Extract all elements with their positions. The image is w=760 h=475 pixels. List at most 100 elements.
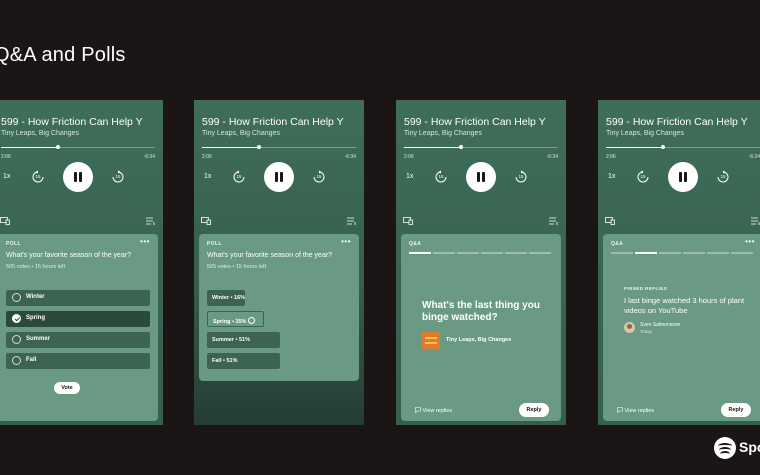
poll-question: What's your favorite season of the year? [207, 252, 333, 259]
time-remaining: -6:34 [143, 154, 155, 160]
voted-check-icon [248, 316, 256, 324]
time-elapsed: 2:06 [404, 154, 414, 160]
phone-qa-pinned: 599 - How Friction Can Help Y Tiny Leaps… [598, 100, 760, 425]
slide-title: Q&A and Polls [0, 44, 126, 66]
story-progress-segment [505, 252, 527, 254]
podcast-name: Tiny Leaps, Big Changes [446, 337, 512, 343]
view-replies-link[interactable]: View replies [617, 407, 654, 414]
skip-forward-icon[interactable]: 15 [312, 170, 326, 184]
spotify-logo: Spotify [714, 437, 760, 461]
episode-title: 599 - How Friction Can Help Y [404, 116, 546, 128]
episode-title: 599 - How Friction Can Help Y [606, 116, 748, 128]
poll-question: What's your favorite season of the year? [6, 252, 132, 259]
skip-back-icon[interactable]: 15 [232, 170, 246, 184]
progress-bar[interactable] [202, 145, 356, 149]
phone-poll-vote: 599 - How Friction Can Help Y Tiny Leaps… [0, 100, 163, 425]
playback-speed-button[interactable]: 1x [204, 173, 211, 180]
poll-meta: 505 votes • 15 hours left [6, 264, 66, 270]
reply-button[interactable]: Reply [519, 403, 549, 417]
card-kind-label: POLL [207, 241, 222, 247]
comment-icon [415, 407, 421, 414]
story-progress-segment [433, 252, 455, 254]
show-name[interactable]: Tiny Leaps, Big Changes [404, 130, 482, 137]
pause-button[interactable] [466, 162, 496, 192]
avatar[interactable] [624, 322, 635, 333]
more-options-icon[interactable]: ••• [745, 237, 755, 246]
poll-option-winter[interactable]: Winter [6, 290, 150, 306]
qa-pinned-card: Q&A ••• PINNED REPLIES I last binge watc… [603, 234, 760, 421]
qa-card: Q&A What's the last thing you binge watc… [401, 234, 561, 421]
progress-bar[interactable] [1, 145, 155, 149]
progress-bar[interactable] [404, 145, 558, 149]
story-progress-segment [659, 252, 681, 254]
time-elapsed: 2:06 [202, 154, 212, 160]
time-remaining: -6:34 [546, 154, 558, 160]
skip-forward-icon[interactable]: 15 [111, 170, 125, 184]
pause-button[interactable] [63, 162, 93, 192]
card-kind-label: Q&A [611, 241, 624, 247]
poll-option-fall[interactable]: Fall [6, 353, 150, 369]
queue-icon[interactable] [146, 217, 156, 225]
poll-option-spring[interactable]: Spring [6, 311, 150, 327]
vote-button[interactable]: Vote [54, 382, 80, 394]
show-name[interactable]: Tiny Leaps, Big Changes [202, 130, 280, 137]
playback-speed-button[interactable]: 1x [608, 173, 615, 180]
skip-back-icon[interactable]: 15 [636, 170, 650, 184]
podcast-cover-art [422, 332, 440, 350]
pause-icon [74, 172, 77, 182]
playback-speed-button[interactable]: 1x [3, 173, 10, 180]
skip-forward-icon[interactable]: 15 [514, 170, 528, 184]
story-progress-segment [611, 252, 633, 254]
more-options-icon[interactable]: ••• [140, 237, 150, 246]
queue-icon[interactable] [751, 217, 760, 225]
connect-device-icon[interactable] [605, 217, 615, 225]
radio-icon [12, 293, 21, 302]
queue-icon[interactable] [549, 217, 559, 225]
story-progress-segment [683, 252, 705, 254]
episode-title: 599 - How Friction Can Help Y [202, 116, 344, 128]
pinned-reply-text: I last binge watched 3 hours of plant vi… [624, 296, 745, 315]
poll-result-fall: Fall • 51% [207, 353, 280, 369]
time-remaining: -6:34 [748, 154, 760, 160]
episode-title: 599 - How Friction Can Help Y [1, 116, 143, 128]
time-elapsed: 2:06 [1, 154, 11, 160]
story-progress-segment [707, 252, 729, 254]
card-kind-label: POLL [6, 241, 21, 247]
show-name[interactable]: Tiny Leaps, Big Changes [1, 130, 79, 137]
skip-forward-icon[interactable]: 15 [716, 170, 730, 184]
radio-checked-icon [12, 314, 21, 323]
more-options-icon[interactable]: ••• [341, 237, 351, 246]
pause-button[interactable] [264, 162, 294, 192]
skip-back-icon[interactable]: 15 [434, 170, 448, 184]
connect-device-icon[interactable] [403, 217, 413, 225]
time-elapsed: 2:06 [606, 154, 616, 160]
progress-bar[interactable] [606, 145, 760, 149]
pinned-replies-header: PINNED REPLIES [624, 286, 668, 291]
phone-poll-results: 599 - How Friction Can Help Y Tiny Leaps… [194, 100, 364, 425]
radio-icon [12, 335, 21, 344]
phone-qa-question: 599 - How Friction Can Help Y Tiny Leaps… [396, 100, 566, 425]
time-remaining: -6:34 [344, 154, 356, 160]
show-name[interactable]: Tiny Leaps, Big Changes [606, 130, 684, 137]
poll-results-card: POLL ••• What's your favorite season of … [199, 234, 359, 381]
spotify-icon [714, 437, 736, 459]
story-progress-segment [409, 252, 431, 254]
connect-device-icon[interactable] [0, 217, 10, 225]
reply-timestamp: Today [640, 329, 653, 334]
reply-author[interactable]: Sven Salmonsson [640, 322, 680, 328]
story-progress-segment [635, 252, 657, 254]
pause-icon [275, 172, 278, 182]
brand-name: Spotify [739, 439, 760, 455]
connect-device-icon[interactable] [201, 217, 211, 225]
poll-card: POLL ••• What's your favorite season of … [0, 234, 158, 421]
pause-button[interactable] [668, 162, 698, 192]
queue-icon[interactable] [347, 217, 357, 225]
playback-speed-button[interactable]: 1x [406, 173, 413, 180]
pause-icon [477, 172, 480, 182]
reply-button[interactable]: Reply [721, 403, 751, 417]
view-replies-link[interactable]: View replies [415, 407, 452, 414]
poll-option-summer[interactable]: Summer [6, 332, 150, 348]
poll-result-spring: Spring • 35% [207, 311, 264, 327]
skip-back-icon[interactable]: 15 [31, 170, 45, 184]
poll-result-winter: Winter • 16% [207, 290, 245, 306]
